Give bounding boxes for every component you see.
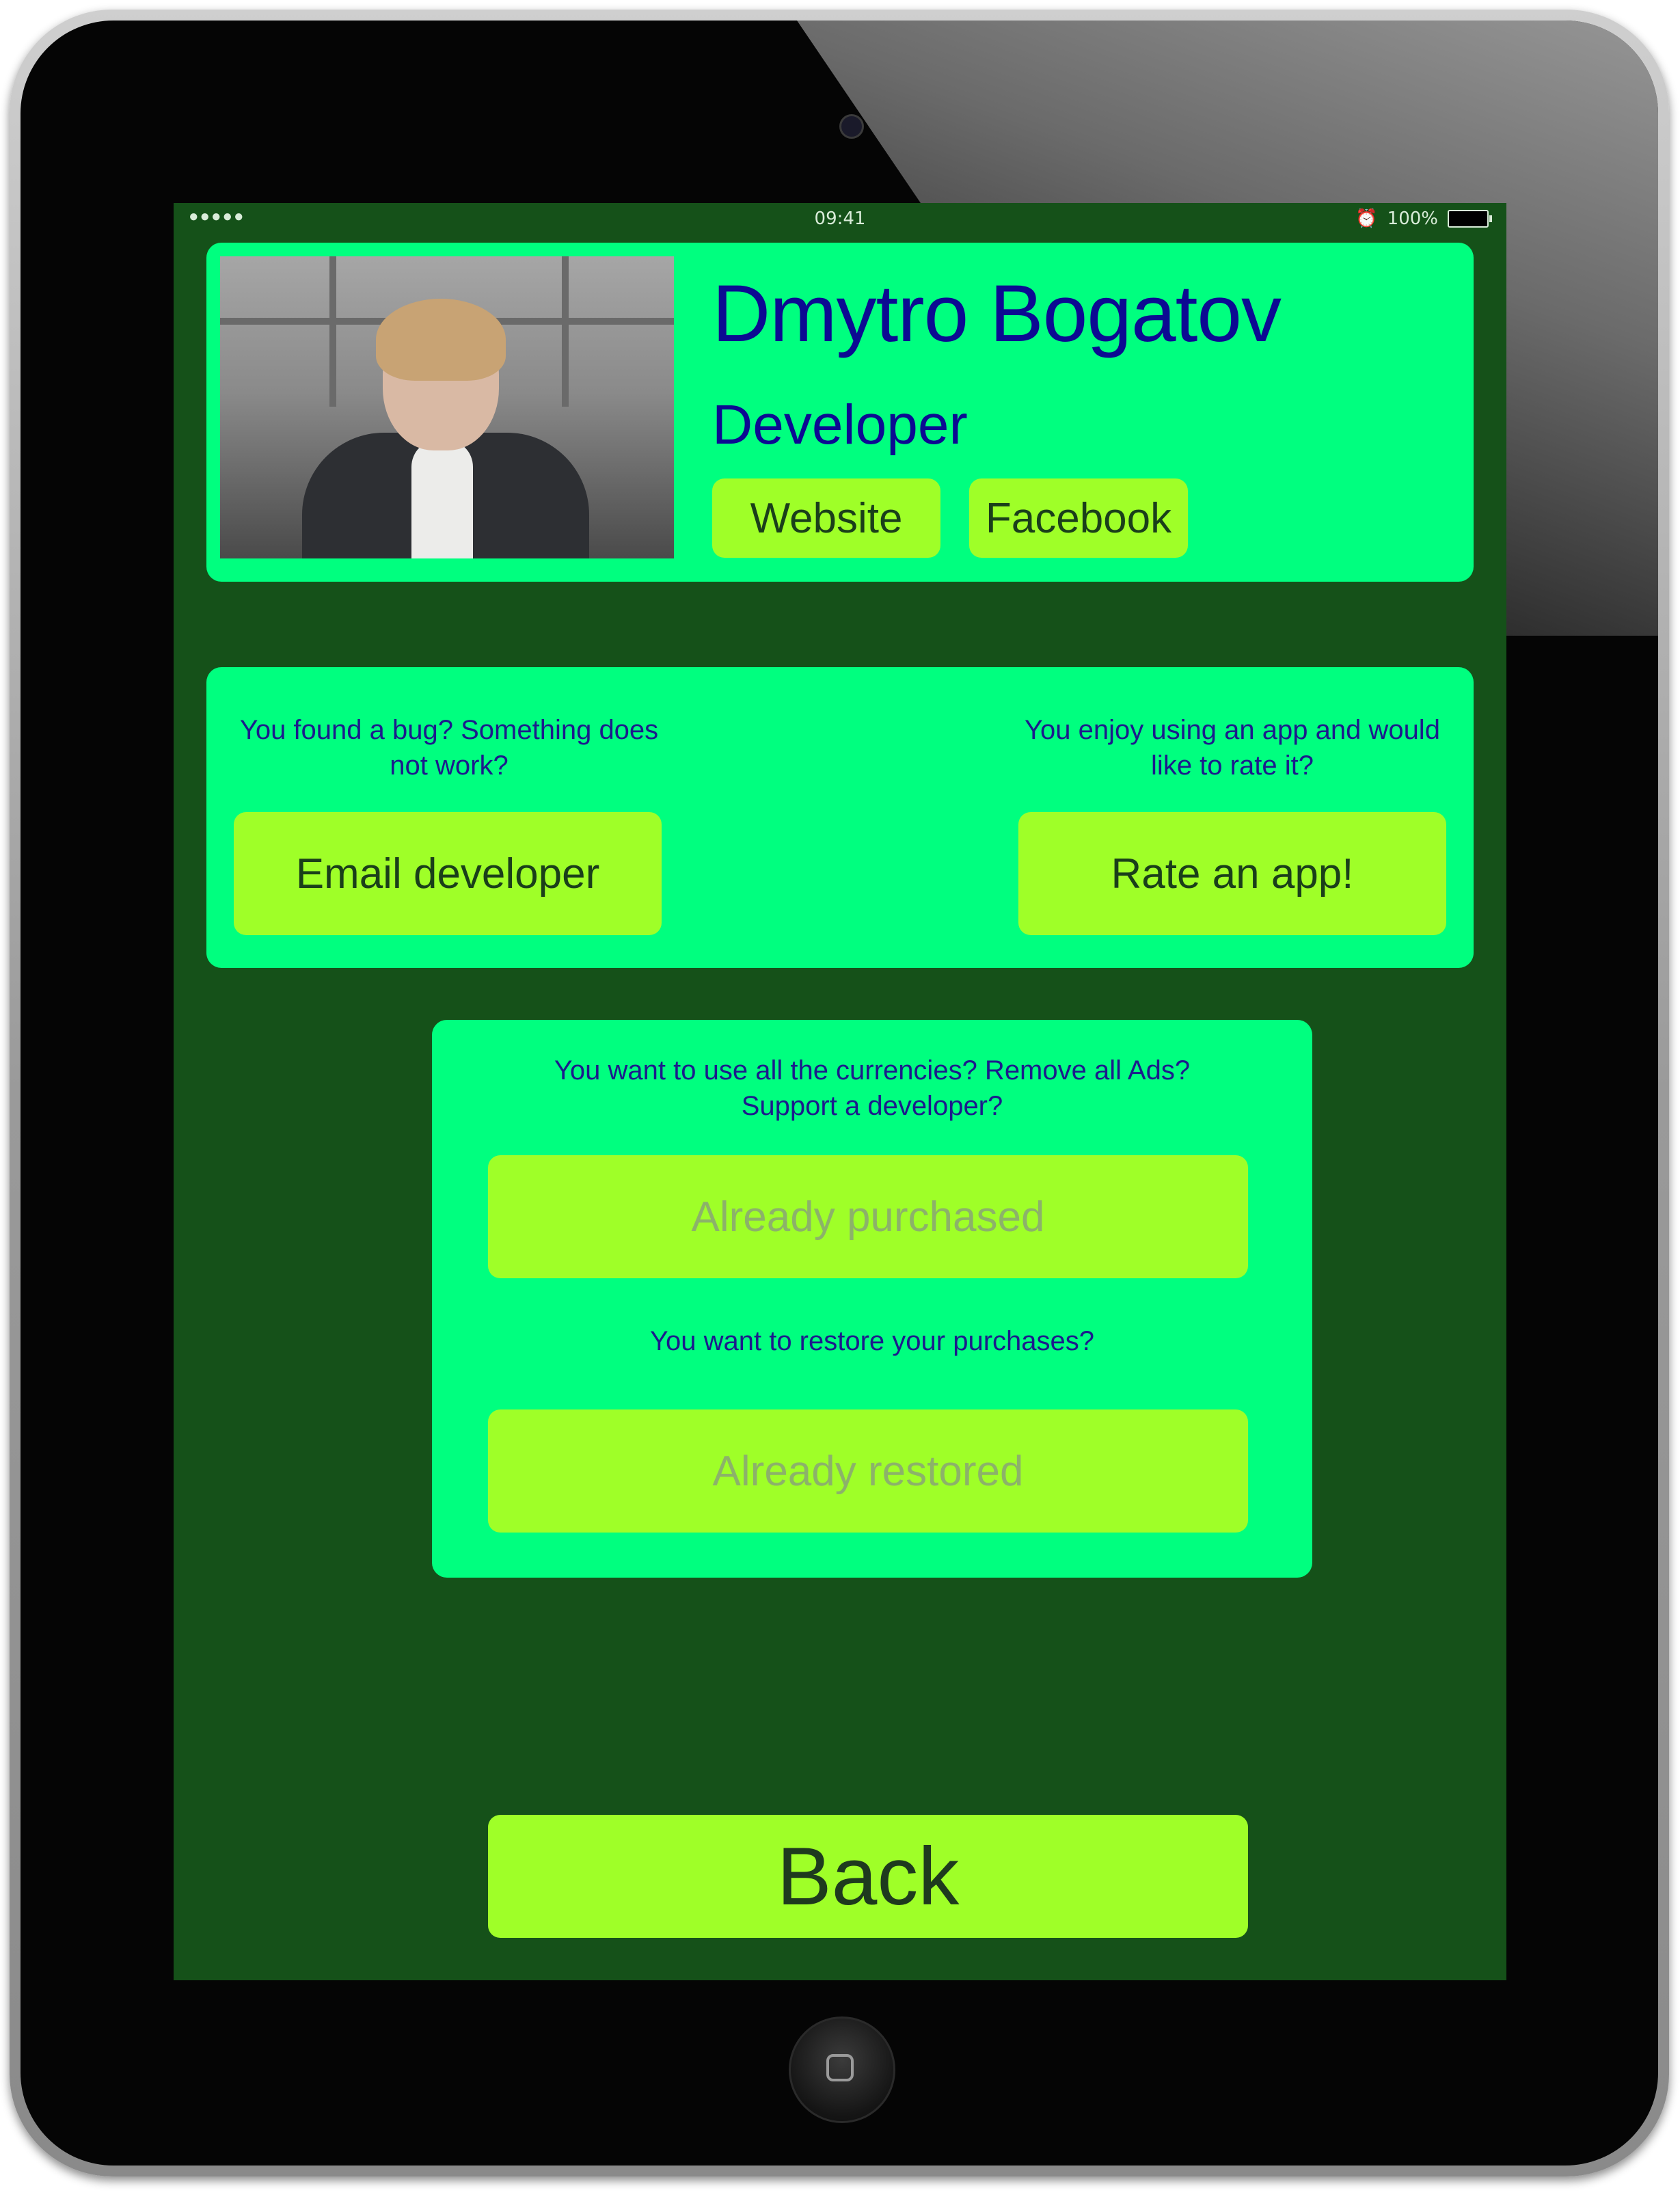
purchase-prompt: You want to use all the currencies? Remo… — [554, 1055, 1191, 1121]
facebook-button[interactable]: Facebook — [969, 478, 1188, 558]
home-square-icon — [826, 2054, 854, 2081]
front-camera — [839, 114, 864, 139]
battery-percent: 100% — [1387, 208, 1438, 229]
ceiling-beam — [562, 256, 569, 407]
photo-shirt — [411, 440, 473, 558]
restore-prompt: You want to restore your purchases? — [649, 1326, 1095, 1356]
status-bar: ●●●●● 09:41 ⏰ 100% — [174, 203, 1506, 233]
rate-prompt: You enjoy using an app and would like to… — [1025, 715, 1440, 781]
purchase-button[interactable]: Already purchased — [488, 1155, 1248, 1278]
app-screen: ●●●●● 09:41 ⏰ 100% Dmytro Bogatov Develo… — [174, 203, 1506, 1980]
bug-prompt: You found a bug? Something does not work… — [239, 715, 659, 781]
status-time: 09:41 — [814, 208, 866, 229]
feedback-panel: You found a bug? Something does not work… — [206, 667, 1474, 968]
developer-role: Developer — [712, 394, 968, 456]
status-right: ⏰ 100% — [1355, 208, 1492, 229]
rate-app-button[interactable]: Rate an app! — [1018, 812, 1446, 935]
developer-name: Dmytro Bogatov — [712, 269, 1282, 359]
restore-button[interactable]: Already restored — [488, 1409, 1248, 1533]
battery-icon — [1448, 210, 1492, 228]
ceiling-beam — [329, 256, 336, 407]
alarm-icon: ⏰ — [1355, 208, 1378, 229]
website-button[interactable]: Website — [712, 478, 940, 558]
photo-hair — [376, 299, 506, 381]
back-button[interactable]: Back — [488, 1815, 1248, 1938]
profile-panel: Dmytro Bogatov Developer Website Faceboo… — [206, 243, 1474, 582]
developer-photo — [220, 256, 674, 558]
home-button[interactable] — [789, 2016, 895, 2123]
email-developer-button[interactable]: Email developer — [234, 812, 662, 935]
purchases-panel: You want to use all the currencies? Remo… — [432, 1020, 1312, 1578]
